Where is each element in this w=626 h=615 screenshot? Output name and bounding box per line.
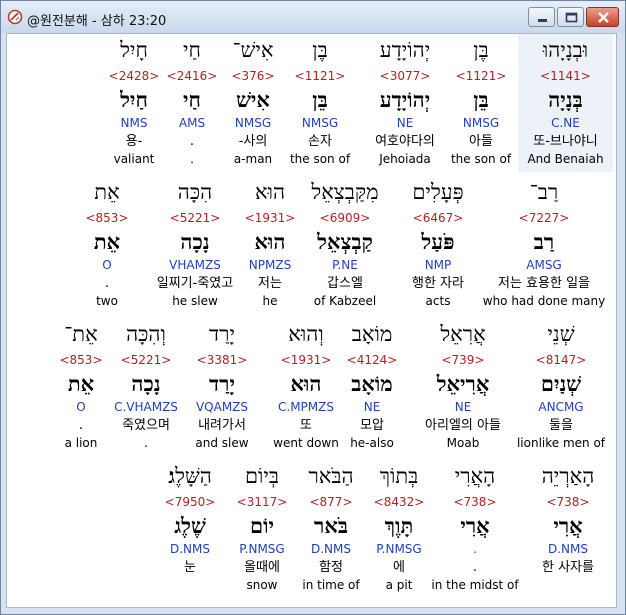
strong-number: <8147> <box>535 353 587 367</box>
hebrew-word: אֵת <box>94 180 120 204</box>
strong-number: <1121> <box>294 69 346 83</box>
maximize-button[interactable] <box>557 7 584 27</box>
english-gloss: acts <box>425 294 451 308</box>
english-gloss: of Kabzeel <box>313 294 377 308</box>
hebrew-word: שְׁנֵי <box>547 322 575 346</box>
morph-code: ANCMG <box>538 400 584 414</box>
lemma-word: בֵּן <box>473 87 489 112</box>
hebrew-word: רַב־ <box>529 180 559 204</box>
maximize-icon <box>565 12 578 23</box>
strong-number: <6909> <box>319 211 371 225</box>
english-gloss: the son of <box>289 152 351 166</box>
morph-code: NE <box>363 400 381 414</box>
korean-gloss: 저는 효용한 일을 <box>498 276 590 291</box>
hebrew-word: בֶּן <box>473 38 489 62</box>
morph-code: P.NE <box>332 258 358 272</box>
korean-gloss: . <box>104 276 110 291</box>
strong-number: <853> <box>85 211 129 225</box>
lemma-word: שְׁנַיִם <box>540 371 582 396</box>
english-gloss: the son of <box>450 152 512 166</box>
morph-code: NMSG <box>301 116 339 130</box>
lemma-word: אֲרִי <box>553 513 583 538</box>
title-bar[interactable]: @원전분해 - 삼하 23:20 <box>1 1 625 33</box>
hebrew-word: הָאַרְיֵה <box>541 464 595 488</box>
english-gloss: in the midst of <box>431 578 519 592</box>
interlinear-panel[interactable]: חָיִל <2428> חַיִל NMS 용- valiant חַי <2… <box>6 33 617 608</box>
korean-gloss: 모압 <box>360 418 384 433</box>
lemma-word: יָרַד <box>209 371 235 396</box>
korean-gloss: 내려가서 <box>198 418 246 433</box>
hebrew-word: בֶּן <box>312 38 328 62</box>
hebrew-word: הָאֲרִי <box>454 464 496 488</box>
korean-gloss: 갑스엘 <box>327 276 363 291</box>
strong-number: <1141> <box>540 69 591 83</box>
lemma-word: אֲרִיאֵל <box>436 371 490 396</box>
lemma-word: רַב <box>533 229 555 254</box>
minimize-button[interactable] <box>528 7 555 27</box>
lemma-word: בְּנָיָה <box>548 87 583 112</box>
english-gloss: And Benaiah <box>527 152 604 166</box>
morph-code: NE <box>454 400 472 414</box>
english-gloss: lionlike men of <box>516 436 606 450</box>
korean-gloss: . <box>472 560 478 575</box>
english-gloss: two <box>96 294 118 308</box>
app-window: @원전분해 - 삼하 23:20 חָיִל <2428> חַיִל NMS … <box>0 0 626 615</box>
korean-gloss: 손자 <box>308 134 332 149</box>
hebrew-word: מוֹאָב <box>351 322 393 346</box>
hebrew-word: אֲרִאֵל <box>440 322 486 346</box>
lemma-word: בֵּן <box>312 87 328 112</box>
korean-gloss: 한 사자를 <box>542 560 594 575</box>
strong-number: <7227> <box>518 211 570 225</box>
morph-code: AMSG <box>526 258 562 272</box>
hebrew-word: פְּעָלִים <box>412 180 464 204</box>
strong-number: <738> <box>546 495 590 509</box>
close-button[interactable] <box>586 7 619 27</box>
lemma-word: אֲרִי <box>460 513 490 538</box>
english-gloss: and slew <box>195 436 249 450</box>
window-title: @원전분해 - 삼하 23:20 <box>27 14 167 29</box>
lemma-word: פֹּעַל <box>421 229 455 254</box>
hebrew-word: מִקַּבְצְאֵל <box>311 180 379 204</box>
morph-code: . <box>473 542 477 556</box>
morph-code: NMSG <box>462 116 500 130</box>
korean-gloss: 또-브나야니 <box>533 134 598 149</box>
lemma-word: אֵת <box>93 229 121 254</box>
english-gloss: who had done many <box>482 294 606 308</box>
english-gloss: Moab <box>446 436 480 450</box>
korean-gloss: 아리엘의 아들 <box>425 418 501 433</box>
hebrew-word: יָרַד <box>209 322 235 346</box>
morph-code: VQAMZS <box>195 400 249 414</box>
hebrew-word: וּבְנָיָהוּ <box>542 38 589 62</box>
lemma-word: קַבְצְאֵל <box>317 229 373 254</box>
english-gloss: he-also <box>350 436 394 450</box>
morph-code: D.NMS <box>547 542 588 556</box>
morph-code: NMP <box>424 258 452 272</box>
close-icon <box>598 12 609 23</box>
strong-number: <6467> <box>412 211 464 225</box>
strong-number: <4124> <box>346 353 398 367</box>
app-icon <box>7 9 23 25</box>
minimize-icon <box>538 19 547 22</box>
word-cell-selected[interactable]: וּבְנָיָהוּ <1141> בְּנָיָה C.NE 또-브나야니 … <box>518 34 613 172</box>
korean-gloss: 행한 자라 <box>412 276 464 291</box>
strong-number: <3381> <box>196 353 248 367</box>
strong-number: <738> <box>453 495 497 509</box>
morph-code: O <box>102 258 112 272</box>
korean-gloss: 둘을 <box>549 418 573 433</box>
lemma-word: מוֹאָב <box>351 371 393 396</box>
korean-gloss: 아들 <box>469 134 493 149</box>
strong-number: <739> <box>441 353 485 367</box>
morph-code: C.NE <box>551 116 580 130</box>
strong-number: <1121> <box>455 69 507 83</box>
